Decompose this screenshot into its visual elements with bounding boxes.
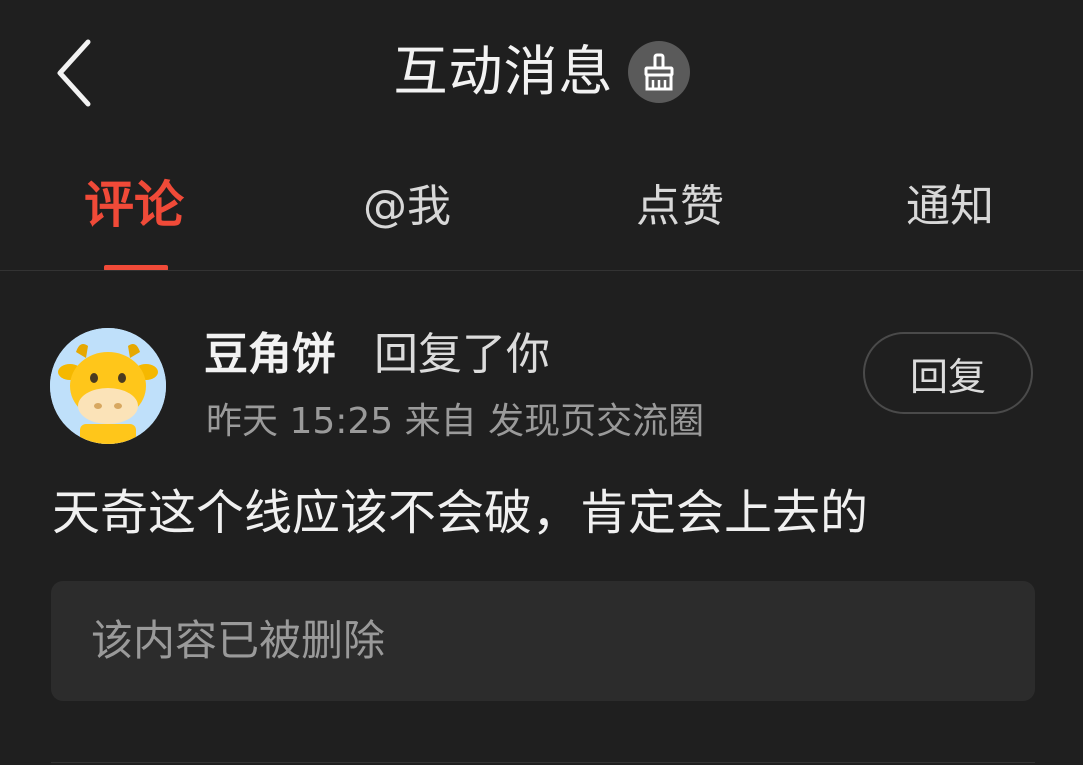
top-bar: 互动消息 <box>0 0 1083 140</box>
tab-bar: 评论 @我 点赞 通知 <box>0 140 1083 271</box>
tab-mentions[interactable]: @我 <box>363 176 451 238</box>
tabs-divider <box>0 270 1083 271</box>
item-divider <box>51 762 1035 763</box>
username[interactable]: 豆角饼 <box>204 324 336 386</box>
message-meta: 昨天 15:25 来自 发现页交流圈 <box>206 401 705 442</box>
comment-text[interactable]: 天奇这个线应该不会破，肯定会上去的 <box>52 480 868 546</box>
tab-comments[interactable]: 评论 <box>84 174 184 236</box>
broom-icon <box>644 53 673 91</box>
title-group: 互动消息 <box>0 36 1083 108</box>
tab-notifications[interactable]: 通知 <box>906 176 994 238</box>
cartoon-cow-avatar <box>50 328 166 444</box>
clear-messages-button[interactable] <box>627 41 690 103</box>
reply-button[interactable]: 回复 <box>863 332 1033 414</box>
action-text: 回复了你 <box>374 329 550 380</box>
avatar[interactable] <box>50 328 166 444</box>
page-title: 互动消息 <box>393 40 614 103</box>
quoted-content-text: 该内容已被删除 <box>91 616 386 665</box>
tab-likes[interactable]: 点赞 <box>636 176 724 238</box>
interaction-messages-page: 互动消息 评论 @我 点赞 通知 豆角饼 回复了你 昨天 15:25 来自 发现… <box>0 0 1083 765</box>
reply-button-label: 回复 <box>909 354 986 399</box>
quoted-content[interactable]: 该内容已被删除 <box>51 581 1035 701</box>
